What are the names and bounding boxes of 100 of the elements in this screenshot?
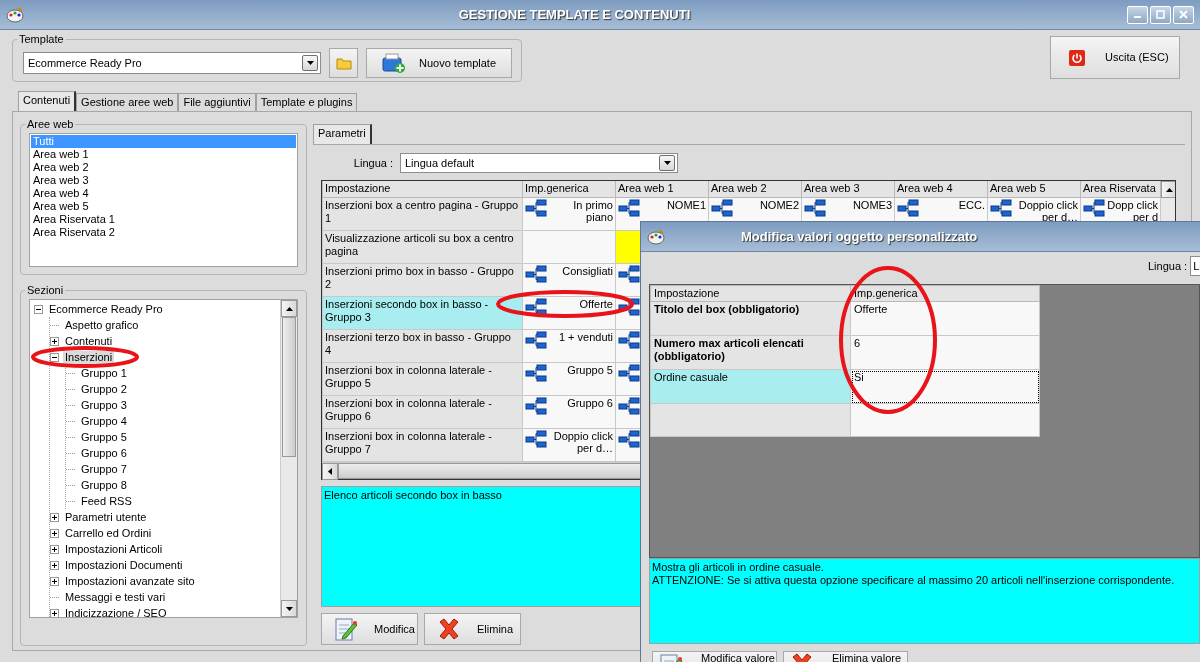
table-cell[interactable]: Gruppo 5	[522, 362, 616, 395]
table-cell: Titolo del box (obbligatorio)	[650, 301, 851, 336]
expand-toggle[interactable]	[50, 576, 59, 586]
plus-icon	[51, 609, 58, 617]
close-button[interactable]	[1173, 5, 1194, 24]
tab[interactable]: Template e plugins	[255, 93, 358, 111]
column-header[interactable]: Area web 5	[987, 181, 1081, 197]
tree-item[interactable]: Indicizzazione / SEO	[63, 606, 169, 617]
table-cell: Inserzioni terzo box in basso - Gruppo 4	[322, 329, 523, 362]
tree-item[interactable]: Gruppo 6	[79, 446, 129, 460]
tree-item[interactable]: Contenuti	[63, 334, 115, 348]
table-cell: Inserzioni secondo box in basso - Gruppo 3	[322, 296, 523, 329]
tree-item[interactable]: Gruppo 5	[79, 430, 129, 444]
list-item[interactable]: Area Riservata 2	[31, 226, 296, 239]
scroll-thumb[interactable]	[282, 317, 296, 457]
table-cell[interactable]: 1 + venduti	[522, 329, 616, 362]
list-item[interactable]: Area web 5	[31, 200, 296, 213]
tab[interactable]: Parametri	[313, 124, 372, 144]
column-header[interactable]: Area web 2	[708, 181, 802, 197]
column-header[interactable]: Area web 3	[801, 181, 895, 197]
tree-item[interactable]: Feed RSS	[79, 494, 134, 508]
exit-button[interactable]: Uscita (ESC)	[1050, 36, 1180, 79]
group-label: Sezioni	[26, 284, 65, 297]
table-cell[interactable]	[522, 230, 616, 263]
list-item[interactable]: Area web 4	[31, 187, 296, 200]
tree-item[interactable]: Carrello ed Ordini	[63, 526, 154, 540]
table-cell[interactable]: Gruppo 6	[522, 395, 616, 428]
cross-icon	[437, 617, 461, 641]
maximize-button[interactable]	[1150, 5, 1171, 24]
tree-item[interactable]: Gruppo 7	[79, 462, 129, 476]
column-header[interactable]: Imp.generica	[850, 285, 1040, 302]
new-template-button[interactable]: Nuovo template	[366, 48, 512, 78]
action-button[interactable]: Elimina valore	[783, 651, 908, 662]
plus-icon	[51, 337, 58, 345]
scroll-up-button[interactable]	[281, 300, 297, 317]
power-icon	[1069, 49, 1085, 66]
scroll-left-button[interactable]	[322, 463, 338, 480]
tree-item[interactable]: Messaggi e testi vari	[63, 590, 168, 604]
expand-toggle[interactable]	[50, 608, 59, 617]
tree-item[interactable]: Impostazioni Documenti	[63, 558, 185, 572]
palette-icon	[647, 228, 665, 245]
tree-item[interactable]: Impostazioni Articoli	[63, 542, 165, 556]
list-item[interactable]: Area web 3	[31, 174, 296, 187]
cell-text: Dopp click per d	[1106, 198, 1158, 223]
table-cell[interactable]: 6	[850, 335, 1040, 370]
column-header[interactable]: Imp.generica	[522, 181, 616, 197]
plus-icon	[51, 577, 58, 585]
tree-item[interactable]: Gruppo 1	[79, 366, 129, 380]
cell-text: NOME2	[758, 198, 799, 211]
action-button[interactable]: Modifica valore	[652, 651, 777, 662]
list-item[interactable]: Area Riservata 1	[31, 213, 296, 226]
table-cell: Inserzioni box in colonna laterale - Gruppo 5	[322, 362, 523, 395]
column-header[interactable]: Impostazione	[650, 285, 851, 302]
action-button[interactable]: Elimina	[424, 613, 521, 645]
template-select[interactable]: Ecommerce Ready Pro	[23, 52, 321, 74]
tree-item[interactable]: Gruppo 4	[79, 414, 129, 428]
window-title: GESTIONE TEMPLATE E CONTENUTI	[457, 6, 692, 23]
tree-item[interactable]: Inserzioni	[63, 350, 115, 364]
down-arrow-icon	[285, 606, 293, 611]
expand-toggle[interactable]	[50, 512, 59, 522]
tab[interactable]: Contenuti	[18, 91, 77, 111]
tree-item[interactable]: Gruppo 8	[79, 478, 129, 492]
collapse-toggle[interactable]	[50, 352, 59, 362]
scrollbar[interactable]	[280, 300, 297, 617]
list-item[interactable]: Area web 2	[31, 161, 296, 174]
scroll-down-button[interactable]	[281, 600, 297, 617]
action-button[interactable]: Modifica	[321, 613, 418, 645]
tab[interactable]: Gestione aree web	[76, 93, 179, 111]
expand-toggle[interactable]	[50, 560, 59, 570]
group-label: Aree web	[26, 118, 75, 131]
tree-item[interactable]: Impostazioni avanzate sito	[63, 574, 197, 588]
cell-text: Doppio click per d…	[1017, 198, 1078, 223]
tree-item[interactable]: Gruppo 3	[79, 398, 129, 412]
table-cell: Inserzioni box in colonna laterale - Gruppo 7	[322, 428, 523, 461]
column-header[interactable]: Area web 4	[894, 181, 988, 197]
tree-item[interactable]: Ecommerce Ready Pro	[47, 302, 165, 316]
column-header[interactable]: Area Riservata	[1080, 181, 1161, 197]
column-header[interactable]: Area web 1	[615, 181, 709, 197]
expand-toggle[interactable]	[50, 528, 59, 538]
language-select[interactable]: Lingua default	[400, 153, 678, 173]
table-cell[interactable]: In primo piano	[522, 197, 616, 230]
table-cell: Inserzioni box a centro pagina - Gruppo 1	[322, 197, 523, 230]
table-cell[interactable]: Doppio click per d…	[522, 428, 616, 461]
table-cell[interactable]: Offerte	[850, 301, 1040, 336]
expand-toggle[interactable]	[50, 336, 59, 346]
cell-text: 1 + venduti	[557, 330, 613, 343]
list-item[interactable]: Area web 1	[31, 148, 296, 161]
tab[interactable]: File aggiuntivi	[178, 93, 256, 111]
cell-text: Gruppo 5	[566, 363, 613, 376]
collapse-toggle[interactable]	[34, 304, 43, 314]
tree-item[interactable]: Parametri utente	[63, 510, 149, 524]
column-header[interactable]: Impostazione	[322, 181, 523, 197]
tree-item[interactable]: Aspetto grafico	[63, 318, 141, 332]
plus-icon	[51, 513, 58, 521]
expand-toggle[interactable]	[50, 544, 59, 554]
left-arrow-icon	[328, 468, 332, 475]
tree-item[interactable]: Gruppo 2	[79, 382, 129, 396]
field-label: Lingua :	[352, 156, 393, 170]
minimize-button[interactable]	[1127, 5, 1148, 24]
scroll-up-button[interactable]	[1161, 181, 1175, 198]
